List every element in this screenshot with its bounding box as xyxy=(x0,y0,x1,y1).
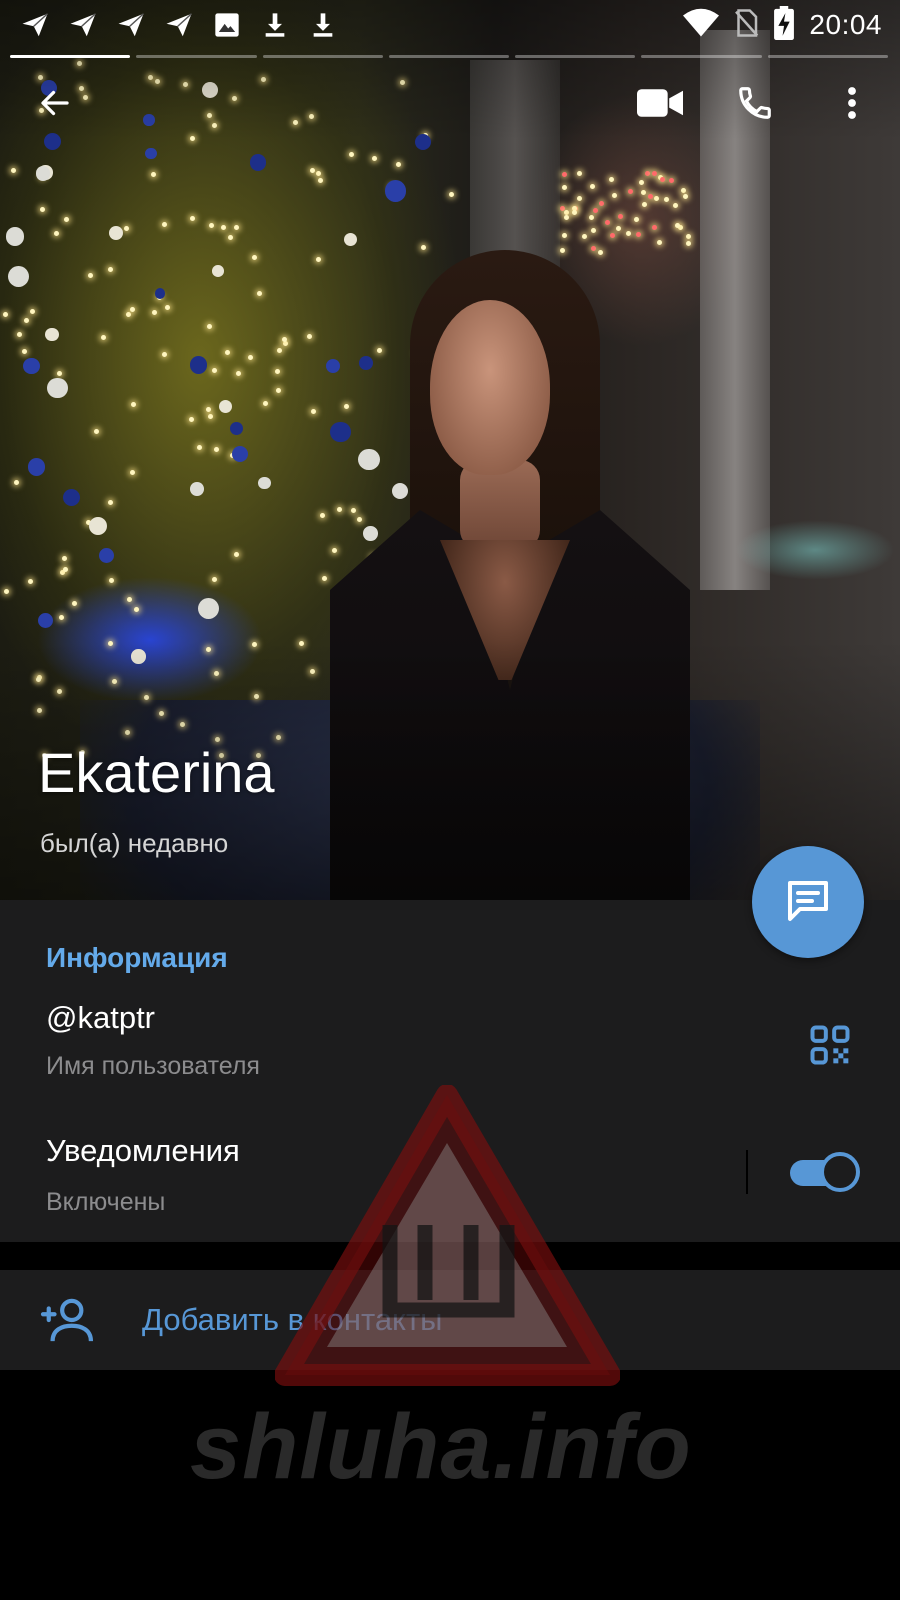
video-call-button[interactable] xyxy=(625,70,695,140)
add-person-icon xyxy=(38,1292,94,1348)
message-icon xyxy=(784,877,832,928)
story-progress xyxy=(10,55,888,59)
username-label: Имя пользователя xyxy=(46,1052,260,1080)
video-camera-icon xyxy=(637,87,683,124)
back-button[interactable] xyxy=(20,70,90,140)
no-sim-icon xyxy=(733,8,759,43)
status-bar: 20:04 xyxy=(0,0,900,50)
call-button[interactable] xyxy=(720,70,790,140)
last-seen-status: был(а) недавно xyxy=(40,828,229,858)
more-vert-icon xyxy=(847,85,857,126)
telegram-icon xyxy=(18,8,52,42)
clock: 20:04 xyxy=(809,9,882,40)
battery-charging-icon xyxy=(773,5,795,45)
telegram-icon xyxy=(66,8,100,42)
watermark-text: shluha.info xyxy=(190,1396,692,1498)
notifications-title[interactable]: Уведомления xyxy=(46,1133,240,1169)
image-icon xyxy=(210,8,244,42)
download-icon xyxy=(306,8,340,42)
send-message-button[interactable] xyxy=(752,846,864,958)
notifications-state: Включены xyxy=(46,1188,166,1216)
action-bar xyxy=(0,70,900,140)
wifi-icon xyxy=(683,8,720,43)
qr-code-icon xyxy=(810,1025,850,1070)
divider xyxy=(746,1150,748,1194)
profile-name: Ekaterina xyxy=(38,741,275,804)
telegram-icon xyxy=(162,8,196,42)
qr-code-button[interactable] xyxy=(800,1017,860,1077)
notifications-toggle[interactable] xyxy=(790,1152,860,1194)
phone-icon xyxy=(736,84,774,127)
username-value[interactable]: @katptr xyxy=(46,1000,155,1036)
back-arrow-icon xyxy=(37,85,73,126)
download-icon xyxy=(258,8,292,42)
telegram-icon xyxy=(114,8,148,42)
more-menu-button[interactable] xyxy=(817,70,887,140)
watermark-logo xyxy=(275,1085,620,1386)
section-heading: Информация xyxy=(46,942,228,973)
